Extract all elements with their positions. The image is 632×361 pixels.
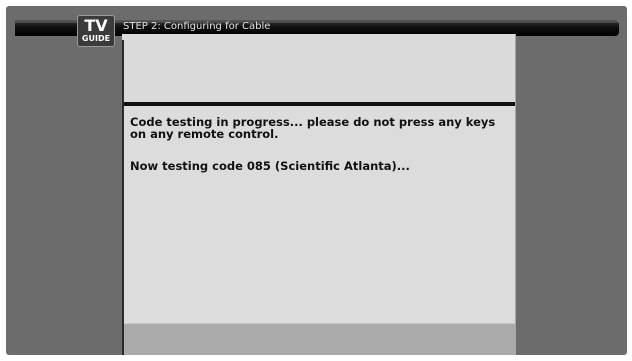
panel-divider bbox=[122, 102, 515, 106]
panel-left-edge bbox=[122, 40, 124, 355]
content-panel: Code testing in progress... please do no… bbox=[122, 34, 516, 355]
logo-guide-text: GUIDE bbox=[81, 34, 111, 43]
progress-message: Code testing in progress... please do no… bbox=[130, 115, 496, 141]
panel-footer bbox=[122, 323, 515, 355]
step-title: STEP 2: Configuring for Cable bbox=[123, 21, 271, 32]
testing-status: Now testing code 085 (Scientific Atlanta… bbox=[130, 159, 410, 173]
panel-top-area bbox=[122, 34, 515, 102]
tv-guide-logo: TV GUIDE bbox=[77, 15, 115, 47]
logo-tv-text: TV bbox=[84, 16, 108, 35]
tv-screen: TV GUIDE STEP 2: Configuring for Cable C… bbox=[6, 6, 627, 355]
